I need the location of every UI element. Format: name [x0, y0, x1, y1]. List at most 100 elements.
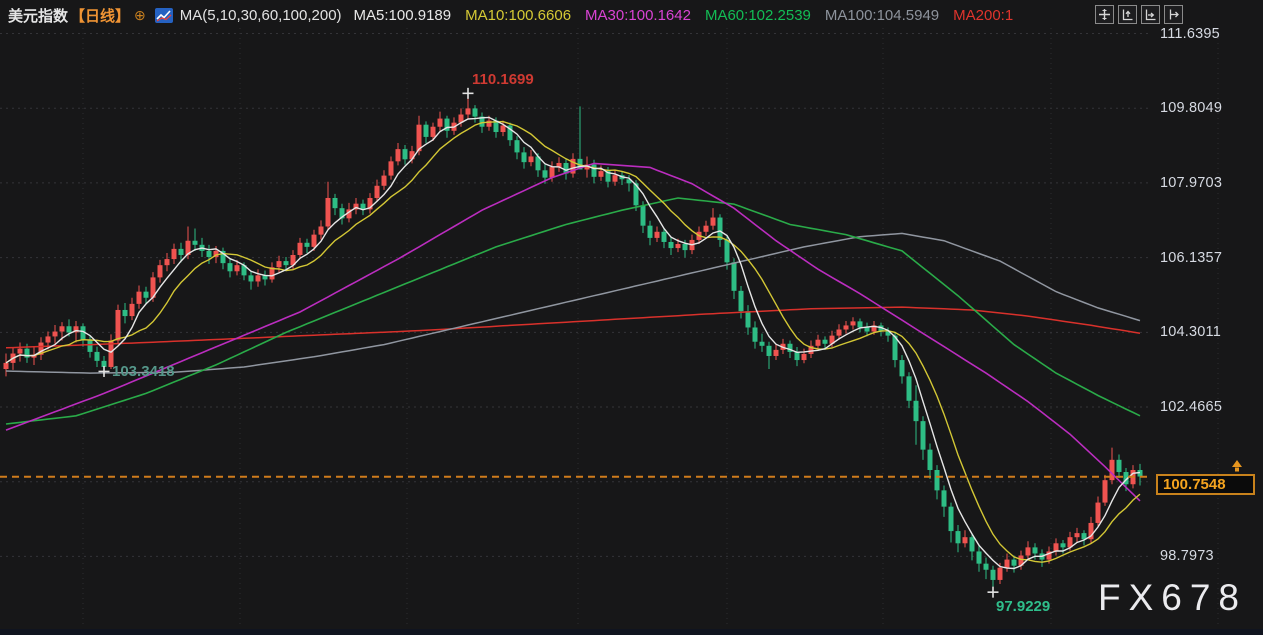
candle [928, 450, 933, 470]
candle [235, 265, 240, 271]
ma-value-ma30: MA30:100.1642 [585, 7, 691, 24]
candle [725, 240, 730, 262]
candle [921, 421, 926, 450]
ma-value-ma100: MA100:104.5949 [825, 7, 939, 24]
current-price-value: 100.7548 [1163, 476, 1226, 493]
candle [963, 537, 968, 543]
candle [774, 350, 779, 356]
candle [543, 170, 548, 177]
pan-right-icon[interactable] [1164, 5, 1183, 24]
period-label: 【日线】 [70, 5, 130, 26]
candle [641, 205, 646, 225]
ma-legend: MA5:100.9189MA10:100.6606MA30:100.1642MA… [354, 7, 1028, 24]
candle [914, 401, 919, 421]
candle [438, 119, 443, 127]
trading-chart-window: 美元指数 【日线】 ⊕ MA(5,10,30,60,100,200) MA5:1… [0, 0, 1263, 635]
candle [130, 304, 135, 316]
scale-vertical-icon[interactable] [1118, 5, 1137, 24]
y-axis-label: 102.4665 [1160, 399, 1260, 415]
symbol-name: 美元指数 [8, 5, 68, 26]
candle [88, 341, 93, 352]
candle [1026, 547, 1031, 555]
candle [683, 244, 688, 250]
candle [179, 249, 184, 255]
candle [305, 243, 310, 247]
candle [1117, 460, 1122, 472]
candle [949, 507, 954, 531]
candle [1075, 533, 1080, 537]
candle [403, 149, 408, 159]
chart-toolbar [1091, 5, 1183, 24]
candle [67, 326, 72, 332]
expand-icon[interactable]: ⊕ [134, 7, 146, 24]
candle [550, 167, 555, 178]
candle [732, 262, 737, 291]
current-price-tag: 100.7548 [1156, 474, 1255, 495]
candle [165, 259, 170, 265]
ma-value-ma60: MA60:102.2539 [705, 7, 811, 24]
ma-value-ma10: MA10:100.6606 [465, 7, 571, 24]
candle [592, 165, 597, 177]
candle [277, 261, 282, 267]
candle [998, 568, 1003, 580]
candle [256, 275, 261, 281]
candle [144, 292, 149, 298]
candle [662, 232, 667, 242]
candlestick-chart[interactable] [0, 0, 1263, 635]
candle [900, 360, 905, 376]
y-axis-label: 111.6395 [1160, 26, 1260, 42]
time-axis-strip [0, 629, 1263, 635]
y-axis-label: 109.8049 [1160, 100, 1260, 116]
scale-horizontal-icon[interactable] [1141, 5, 1160, 24]
candle [613, 175, 618, 182]
ma200-line [6, 307, 1140, 348]
candle [844, 325, 849, 329]
candle [1054, 543, 1059, 551]
candle [319, 226, 324, 234]
candle [158, 265, 163, 277]
candle [18, 349, 23, 354]
candle [795, 352, 800, 360]
price-annotation: 97.9229 [996, 598, 1050, 615]
y-axis-label: 104.3011 [1160, 324, 1260, 340]
price-annotation: 110.1699 [472, 71, 534, 88]
candle [116, 310, 121, 341]
candle [942, 490, 947, 506]
candle [1096, 503, 1101, 523]
candle [1005, 560, 1010, 568]
ma30-line [6, 163, 1140, 501]
y-axis-label: 107.9703 [1160, 175, 1260, 191]
watermark: FX678 [1098, 577, 1247, 619]
candle [193, 241, 198, 245]
candle [95, 352, 100, 361]
y-axis-label: 106.1357 [1160, 250, 1260, 266]
candle [431, 127, 436, 137]
candle [53, 332, 58, 337]
candle [991, 570, 996, 580]
candle [4, 363, 9, 369]
crosshair-move-icon[interactable] [1095, 5, 1114, 24]
candle [858, 321, 863, 327]
candle [396, 149, 401, 161]
candle [935, 470, 940, 490]
candle [907, 376, 912, 400]
candle [207, 251, 212, 257]
candle [676, 244, 681, 248]
candle [60, 326, 65, 331]
candle [1061, 543, 1066, 547]
candle [704, 226, 709, 232]
candle [865, 327, 870, 331]
candle [802, 354, 807, 360]
candle [760, 342, 765, 346]
candle [382, 176, 387, 186]
candle [977, 551, 982, 563]
candle [284, 261, 289, 265]
candle [333, 198, 338, 208]
candle [473, 108, 478, 116]
candle [515, 140, 520, 152]
candle [137, 292, 142, 304]
candle [1103, 480, 1108, 502]
candle [746, 311, 751, 327]
candle [1033, 547, 1038, 553]
candle [655, 232, 660, 238]
